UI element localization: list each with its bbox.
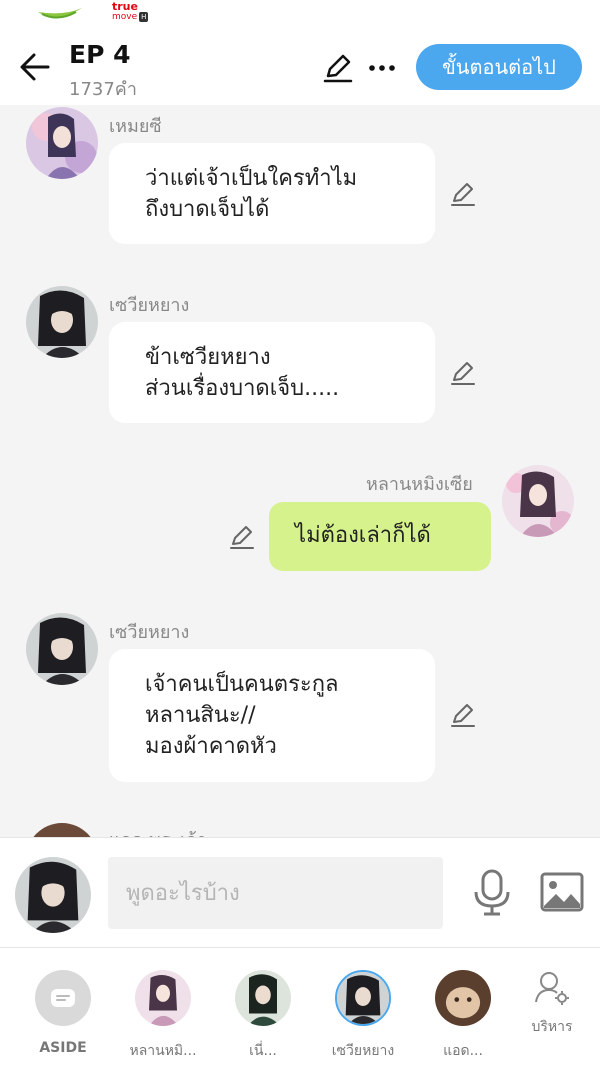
avatar[interactable] <box>26 107 98 179</box>
character-aside[interactable]: ASIDE <box>13 970 113 1056</box>
speaker-name: เซวียหยาง <box>109 295 190 316</box>
truemove-logo: true move H <box>112 0 149 22</box>
pen-icon[interactable] <box>449 180 477 208</box>
aside-icon <box>35 970 91 1026</box>
more-dots-icon[interactable] <box>366 52 398 84</box>
header: EP 4 1737คำ ขั้นตอนต่อไป <box>0 32 600 105</box>
avatar[interactable] <box>26 286 98 358</box>
speaker-name: หลานหมิงเซีย <box>366 474 473 495</box>
carrier-h: H <box>139 12 149 22</box>
pen-icon[interactable] <box>322 52 354 84</box>
message-bubble[interactable]: ว่าแต่เจ้าเป็นใครทำไม ถึงบาดเจ็บได้ <box>109 143 435 244</box>
character-item[interactable]: หลานหมิ... <box>113 970 213 1062</box>
character-avatar <box>135 970 191 1026</box>
speaker-name: เหมยซี <box>109 116 162 137</box>
chat-area[interactable]: เหมยซี ว่าแต่เจ้าเป็นใครทำไม ถึงบาดเจ็บไ… <box>0 105 600 837</box>
word-count: 1737คำ <box>69 79 137 100</box>
speaker-name: เซวียหยาง <box>109 622 190 643</box>
status-bar: true move H <box>0 0 600 32</box>
speaker-name: แอด พระเจ้า <box>109 825 207 837</box>
character-item-selected[interactable]: เซวียหยาง <box>313 970 413 1062</box>
user-settings-icon <box>535 972 569 1005</box>
message-bubble[interactable]: ข้าเซวียหยาง ส่วนเรื่องบาดเจ็บ..... <box>109 322 435 423</box>
character-avatar <box>435 970 491 1026</box>
carrier-logo <box>38 8 82 19</box>
character-label: เซวียหยาง <box>331 1043 395 1059</box>
pen-icon[interactable] <box>228 523 256 551</box>
message-bubble-own[interactable]: ไม่ต้องเล่าก็ได้ <box>269 502 491 571</box>
character-avatar <box>235 970 291 1026</box>
avatar[interactable] <box>502 465 574 537</box>
character-avatar <box>335 970 391 1026</box>
image-icon[interactable] <box>540 872 584 912</box>
message-input[interactable] <box>108 857 443 929</box>
character-bar: ASIDE หลานหมิ... เนี่... เซวียหยาง แอด..… <box>0 947 600 1067</box>
episode-title: EP 4 <box>69 40 131 69</box>
carrier-sub: move <box>112 12 138 22</box>
character-label: เนี่... <box>249 1043 277 1059</box>
manage-button[interactable]: บริหาร <box>520 970 584 1038</box>
character-item[interactable]: แอด... <box>413 970 513 1062</box>
character-label: แอด... <box>443 1043 483 1059</box>
pen-icon[interactable] <box>449 701 477 729</box>
compose-bar <box>0 837 600 947</box>
character-label: ASIDE <box>39 1040 87 1056</box>
avatar[interactable] <box>26 613 98 685</box>
current-speaker-avatar[interactable] <box>15 857 91 933</box>
manage-label: บริหาร <box>531 1019 573 1035</box>
carrier-name: true <box>112 0 138 13</box>
character-item[interactable]: เนี่... <box>213 970 313 1062</box>
back-arrow-icon[interactable] <box>18 50 52 84</box>
microphone-icon[interactable] <box>472 868 512 916</box>
next-step-button[interactable]: ขั้นตอนต่อไป <box>416 44 582 90</box>
character-label: หลานหมิ... <box>129 1043 197 1059</box>
pen-icon[interactable] <box>449 359 477 387</box>
message-bubble[interactable]: เจ้าคนเป็นคนตระกูล หลานสินะ// มองผ้าคาดห… <box>109 649 435 782</box>
avatar[interactable] <box>26 823 98 837</box>
